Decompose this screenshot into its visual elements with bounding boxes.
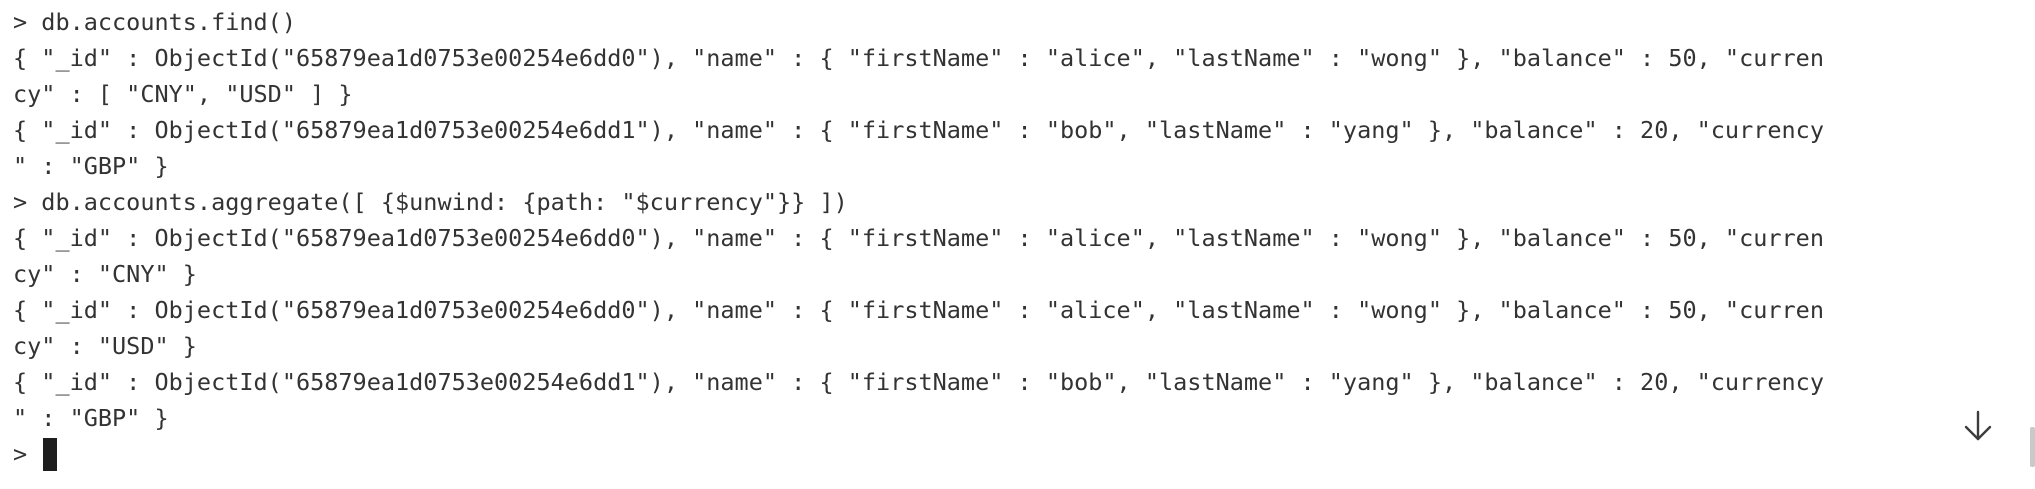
text-cursor xyxy=(43,437,58,471)
arrow-down-icon xyxy=(1964,410,1992,441)
terminal-line: { "_id" : ObjectId("65879ea1d0753e00254e… xyxy=(13,44,1824,72)
prompt-spacer xyxy=(27,436,41,472)
terminal-line: cy" : [ "CNY", "USD" ] } xyxy=(13,80,353,108)
scrollbar-thumb[interactable] xyxy=(2030,427,2035,467)
terminal-line: { "_id" : ObjectId("65879ea1d0753e00254e… xyxy=(13,368,1824,396)
terminal-line: cy" : "CNY" } xyxy=(13,260,197,288)
terminal-line: " : "GBP" } xyxy=(13,152,169,180)
terminal-line: { "_id" : ObjectId("65879ea1d0753e00254e… xyxy=(13,116,1824,144)
terminal-output[interactable]: > db.accounts.find() { "_id" : ObjectId(… xyxy=(0,0,2035,489)
scroll-to-bottom-button[interactable] xyxy=(1957,405,1999,447)
terminal-line: cy" : "USD" } xyxy=(13,332,197,360)
terminal-line: { "_id" : ObjectId("65879ea1d0753e00254e… xyxy=(13,296,1824,324)
prompt-symbol: > xyxy=(13,440,28,468)
terminal-line: { "_id" : ObjectId("65879ea1d0753e00254e… xyxy=(13,224,1824,252)
input-prompt-line[interactable]: > xyxy=(13,436,2035,472)
terminal-line: > db.accounts.aggregate([ {$unwind: {pat… xyxy=(13,188,848,216)
terminal-line: > db.accounts.find() xyxy=(13,8,296,36)
terminal-line: " : "GBP" } xyxy=(13,404,169,432)
